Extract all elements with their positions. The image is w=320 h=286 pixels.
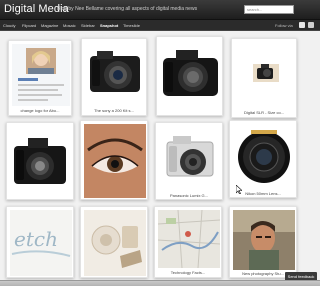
browser-status-bar xyxy=(0,280,320,286)
post-thumbnail[interactable] xyxy=(10,126,72,196)
post-card[interactable]: etch xyxy=(6,206,74,278)
nav-item-sidebar[interactable]: Sidebar xyxy=(81,23,95,28)
mouse-cursor-icon xyxy=(236,185,242,194)
nav-item-timeslide[interactable]: Timeslide xyxy=(123,23,140,28)
post-thumbnail[interactable] xyxy=(12,44,70,106)
post-card[interactable] xyxy=(6,122,74,200)
post-thumbnail[interactable] xyxy=(233,210,295,270)
post-thumbnail[interactable] xyxy=(160,40,221,112)
email-icon[interactable] xyxy=(308,22,314,28)
post-card[interactable] xyxy=(156,36,223,116)
post-thumbnail[interactable] xyxy=(85,42,145,106)
post-thumbnail[interactable] xyxy=(84,210,146,276)
nav-item-mosaic[interactable]: Mosaic xyxy=(63,23,76,28)
post-card[interactable]: Panasonic Lumix G... xyxy=(155,122,223,200)
post-caption[interactable]: Technology Facts... xyxy=(155,270,221,275)
post-thumbnail[interactable] xyxy=(158,210,220,268)
nav-item-cloudy[interactable]: Cloudy xyxy=(3,23,15,28)
post-card[interactable] xyxy=(80,206,148,278)
post-card[interactable]: New photography Stu... xyxy=(229,206,297,278)
follow-label: Follow via xyxy=(275,23,293,28)
post-card[interactable]: Digital SLR - Size co... xyxy=(231,38,297,118)
post-card[interactable]: Technology Facts... xyxy=(154,206,222,278)
view-nav-bar: Cloudy Flipcard Magazine Mosaic Sidebar … xyxy=(0,20,320,31)
post-caption[interactable]: Panasonic Lumix G... xyxy=(156,193,222,198)
post-card[interactable] xyxy=(80,120,148,200)
nav-item-flipcard[interactable]: Flipcard xyxy=(22,23,36,28)
etch-logo-art: etch xyxy=(14,227,58,251)
post-card[interactable]: change logo for Abo... xyxy=(8,40,72,116)
post-caption[interactable]: The sony a 200 Kit s... xyxy=(82,108,146,113)
post-thumbnail[interactable] xyxy=(159,126,221,192)
post-caption[interactable]: change logo for Abo... xyxy=(9,108,71,113)
post-thumbnail[interactable] xyxy=(235,42,295,108)
post-card[interactable]: The sony a 200 Kit s... xyxy=(81,38,147,116)
post-thumbnail[interactable] xyxy=(233,124,295,190)
site-header: Digital Media Blog by Nee Bellame coveri… xyxy=(0,0,320,20)
post-thumbnail[interactable]: etch xyxy=(10,210,72,276)
nav-item-magazine[interactable]: Magazine xyxy=(41,23,58,28)
site-tagline: Blog by Nee Bellame covering all aspects… xyxy=(57,6,198,12)
post-thumbnail[interactable] xyxy=(84,124,146,198)
search-input[interactable]: search... xyxy=(244,5,294,14)
post-caption[interactable]: Digital SLR - Size co... xyxy=(232,110,296,115)
rss-icon[interactable] xyxy=(299,22,305,28)
nav-item-snapshot[interactable]: Snapshot xyxy=(100,23,118,28)
